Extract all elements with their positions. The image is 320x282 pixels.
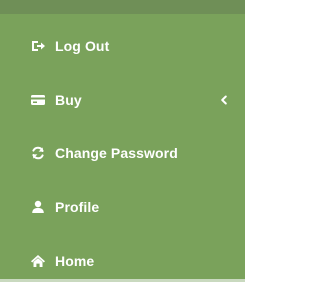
chevron-left-icon[interactable] [219,95,229,105]
menu-item-home[interactable]: Home [0,241,245,281]
menu-item-home-label: Home [55,253,95,269]
sidebar-menu: Log Out Buy Change Password Profile Home [0,0,245,282]
credit-card-icon [30,92,46,108]
refresh-icon [30,145,46,161]
top-strip [0,0,245,14]
home-icon [30,253,46,269]
menu-item-log-out[interactable]: Log Out [0,26,245,66]
sign-out-icon [30,38,46,54]
menu-item-buy[interactable]: Buy [0,80,245,120]
user-icon [30,199,46,215]
menu-item-change-password[interactable]: Change Password [0,133,245,173]
menu-item-log-out-label: Log Out [55,38,110,54]
menu-item-buy-label: Buy [55,92,82,108]
menu-item-change-password-label: Change Password [55,145,178,161]
menu-item-profile-label: Profile [55,199,100,215]
menu-item-profile[interactable]: Profile [0,187,245,227]
